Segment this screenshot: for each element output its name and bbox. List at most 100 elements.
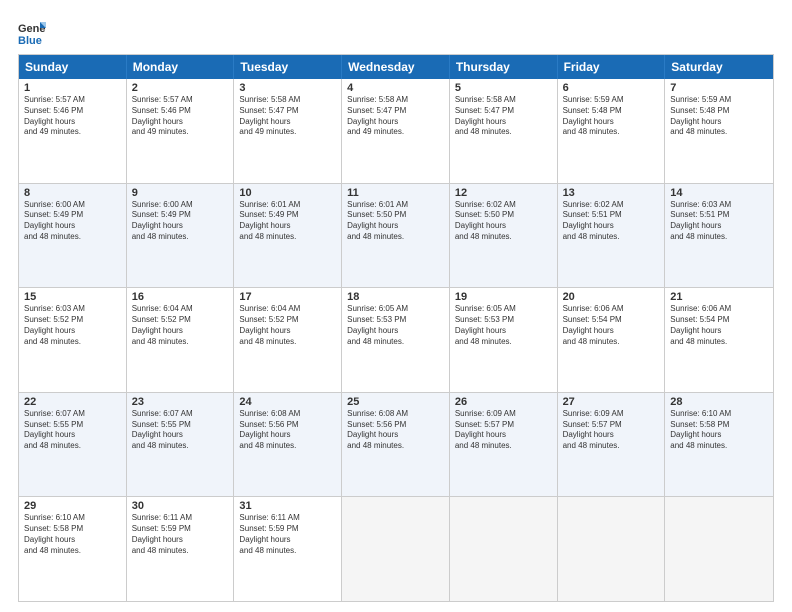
calendar-cell: 19Sunrise: 6:05 AMSunset: 5:53 PMDayligh…	[450, 288, 558, 392]
cal-header-day: Tuesday	[234, 55, 342, 79]
day-info: Sunrise: 6:02 AMSunset: 5:51 PMDaylight …	[563, 200, 660, 243]
day-number: 14	[670, 187, 768, 199]
day-info: Sunrise: 6:04 AMSunset: 5:52 PMDaylight …	[132, 304, 229, 347]
day-number: 23	[132, 396, 229, 408]
day-info: Sunrise: 6:10 AMSunset: 5:58 PMDaylight …	[24, 513, 121, 556]
calendar-cell: 26Sunrise: 6:09 AMSunset: 5:57 PMDayligh…	[450, 393, 558, 497]
calendar-cell: 27Sunrise: 6:09 AMSunset: 5:57 PMDayligh…	[558, 393, 666, 497]
calendar: SundayMondayTuesdayWednesdayThursdayFrid…	[18, 54, 774, 602]
day-info: Sunrise: 6:00 AMSunset: 5:49 PMDaylight …	[132, 200, 229, 243]
day-number: 6	[563, 82, 660, 94]
day-info: Sunrise: 6:09 AMSunset: 5:57 PMDaylight …	[563, 409, 660, 452]
day-info: Sunrise: 6:07 AMSunset: 5:55 PMDaylight …	[24, 409, 121, 452]
calendar-cell: 30Sunrise: 6:11 AMSunset: 5:59 PMDayligh…	[127, 497, 235, 601]
day-info: Sunrise: 5:57 AMSunset: 5:46 PMDaylight …	[132, 95, 229, 138]
calendar-cell: 1Sunrise: 5:57 AMSunset: 5:46 PMDaylight…	[19, 79, 127, 183]
day-info: Sunrise: 6:11 AMSunset: 5:59 PMDaylight …	[132, 513, 229, 556]
day-number: 12	[455, 187, 552, 199]
day-info: Sunrise: 6:00 AMSunset: 5:49 PMDaylight …	[24, 200, 121, 243]
day-info: Sunrise: 6:05 AMSunset: 5:53 PMDaylight …	[347, 304, 444, 347]
calendar-cell: 15Sunrise: 6:03 AMSunset: 5:52 PMDayligh…	[19, 288, 127, 392]
calendar-week: 22Sunrise: 6:07 AMSunset: 5:55 PMDayligh…	[19, 393, 773, 498]
calendar-cell: 20Sunrise: 6:06 AMSunset: 5:54 PMDayligh…	[558, 288, 666, 392]
day-number: 20	[563, 291, 660, 303]
day-number: 18	[347, 291, 444, 303]
day-info: Sunrise: 5:59 AMSunset: 5:48 PMDaylight …	[670, 95, 768, 138]
calendar-cell: 21Sunrise: 6:06 AMSunset: 5:54 PMDayligh…	[665, 288, 773, 392]
day-info: Sunrise: 6:03 AMSunset: 5:51 PMDaylight …	[670, 200, 768, 243]
svg-text:Blue: Blue	[18, 35, 42, 46]
cal-header-day: Sunday	[19, 55, 127, 79]
day-info: Sunrise: 5:59 AMSunset: 5:48 PMDaylight …	[563, 95, 660, 138]
day-number: 11	[347, 187, 444, 199]
day-number: 5	[455, 82, 552, 94]
day-number: 4	[347, 82, 444, 94]
day-number: 10	[239, 187, 336, 199]
calendar-cell: 24Sunrise: 6:08 AMSunset: 5:56 PMDayligh…	[234, 393, 342, 497]
day-info: Sunrise: 6:09 AMSunset: 5:57 PMDaylight …	[455, 409, 552, 452]
calendar-cell: 16Sunrise: 6:04 AMSunset: 5:52 PMDayligh…	[127, 288, 235, 392]
day-info: Sunrise: 6:01 AMSunset: 5:50 PMDaylight …	[347, 200, 444, 243]
calendar-cell: 31Sunrise: 6:11 AMSunset: 5:59 PMDayligh…	[234, 497, 342, 601]
day-info: Sunrise: 6:05 AMSunset: 5:53 PMDaylight …	[455, 304, 552, 347]
day-number: 7	[670, 82, 768, 94]
calendar-cell	[558, 497, 666, 601]
calendar-cell	[450, 497, 558, 601]
cal-header-day: Thursday	[450, 55, 558, 79]
day-info: Sunrise: 6:02 AMSunset: 5:50 PMDaylight …	[455, 200, 552, 243]
day-number: 24	[239, 396, 336, 408]
day-number: 29	[24, 500, 121, 512]
header: General Blue	[18, 18, 774, 46]
day-number: 26	[455, 396, 552, 408]
day-info: Sunrise: 5:57 AMSunset: 5:46 PMDaylight …	[24, 95, 121, 138]
day-info: Sunrise: 6:11 AMSunset: 5:59 PMDaylight …	[239, 513, 336, 556]
calendar-cell: 23Sunrise: 6:07 AMSunset: 5:55 PMDayligh…	[127, 393, 235, 497]
calendar-cell: 14Sunrise: 6:03 AMSunset: 5:51 PMDayligh…	[665, 184, 773, 288]
calendar-cell: 4Sunrise: 5:58 AMSunset: 5:47 PMDaylight…	[342, 79, 450, 183]
cal-header-day: Friday	[558, 55, 666, 79]
cal-header-day: Monday	[127, 55, 235, 79]
calendar-cell: 22Sunrise: 6:07 AMSunset: 5:55 PMDayligh…	[19, 393, 127, 497]
day-number: 25	[347, 396, 444, 408]
logo: General Blue	[18, 18, 50, 46]
calendar-week: 29Sunrise: 6:10 AMSunset: 5:58 PMDayligh…	[19, 497, 773, 601]
day-number: 16	[132, 291, 229, 303]
day-number: 19	[455, 291, 552, 303]
day-number: 30	[132, 500, 229, 512]
day-info: Sunrise: 6:06 AMSunset: 5:54 PMDaylight …	[563, 304, 660, 347]
day-number: 15	[24, 291, 121, 303]
day-number: 17	[239, 291, 336, 303]
calendar-cell: 18Sunrise: 6:05 AMSunset: 5:53 PMDayligh…	[342, 288, 450, 392]
logo-icon: General Blue	[18, 18, 46, 46]
cal-header-day: Wednesday	[342, 55, 450, 79]
day-info: Sunrise: 6:06 AMSunset: 5:54 PMDaylight …	[670, 304, 768, 347]
day-info: Sunrise: 5:58 AMSunset: 5:47 PMDaylight …	[239, 95, 336, 138]
day-number: 8	[24, 187, 121, 199]
day-info: Sunrise: 6:08 AMSunset: 5:56 PMDaylight …	[347, 409, 444, 452]
calendar-cell: 28Sunrise: 6:10 AMSunset: 5:58 PMDayligh…	[665, 393, 773, 497]
day-info: Sunrise: 6:08 AMSunset: 5:56 PMDaylight …	[239, 409, 336, 452]
calendar-cell: 5Sunrise: 5:58 AMSunset: 5:47 PMDaylight…	[450, 79, 558, 183]
day-info: Sunrise: 6:07 AMSunset: 5:55 PMDaylight …	[132, 409, 229, 452]
calendar-cell: 8Sunrise: 6:00 AMSunset: 5:49 PMDaylight…	[19, 184, 127, 288]
day-number: 9	[132, 187, 229, 199]
day-number: 28	[670, 396, 768, 408]
calendar-body: 1Sunrise: 5:57 AMSunset: 5:46 PMDaylight…	[19, 79, 773, 601]
day-number: 2	[132, 82, 229, 94]
day-info: Sunrise: 6:01 AMSunset: 5:49 PMDaylight …	[239, 200, 336, 243]
calendar-cell: 2Sunrise: 5:57 AMSunset: 5:46 PMDaylight…	[127, 79, 235, 183]
page: General Blue SundayMondayTuesdayWednesda…	[0, 0, 792, 612]
calendar-cell: 12Sunrise: 6:02 AMSunset: 5:50 PMDayligh…	[450, 184, 558, 288]
calendar-cell: 3Sunrise: 5:58 AMSunset: 5:47 PMDaylight…	[234, 79, 342, 183]
day-number: 13	[563, 187, 660, 199]
day-number: 22	[24, 396, 121, 408]
calendar-header: SundayMondayTuesdayWednesdayThursdayFrid…	[19, 55, 773, 79]
day-info: Sunrise: 5:58 AMSunset: 5:47 PMDaylight …	[347, 95, 444, 138]
calendar-cell: 29Sunrise: 6:10 AMSunset: 5:58 PMDayligh…	[19, 497, 127, 601]
calendar-cell: 13Sunrise: 6:02 AMSunset: 5:51 PMDayligh…	[558, 184, 666, 288]
calendar-cell: 10Sunrise: 6:01 AMSunset: 5:49 PMDayligh…	[234, 184, 342, 288]
day-info: Sunrise: 6:10 AMSunset: 5:58 PMDaylight …	[670, 409, 768, 452]
day-info: Sunrise: 6:03 AMSunset: 5:52 PMDaylight …	[24, 304, 121, 347]
cal-header-day: Saturday	[665, 55, 773, 79]
calendar-cell: 9Sunrise: 6:00 AMSunset: 5:49 PMDaylight…	[127, 184, 235, 288]
